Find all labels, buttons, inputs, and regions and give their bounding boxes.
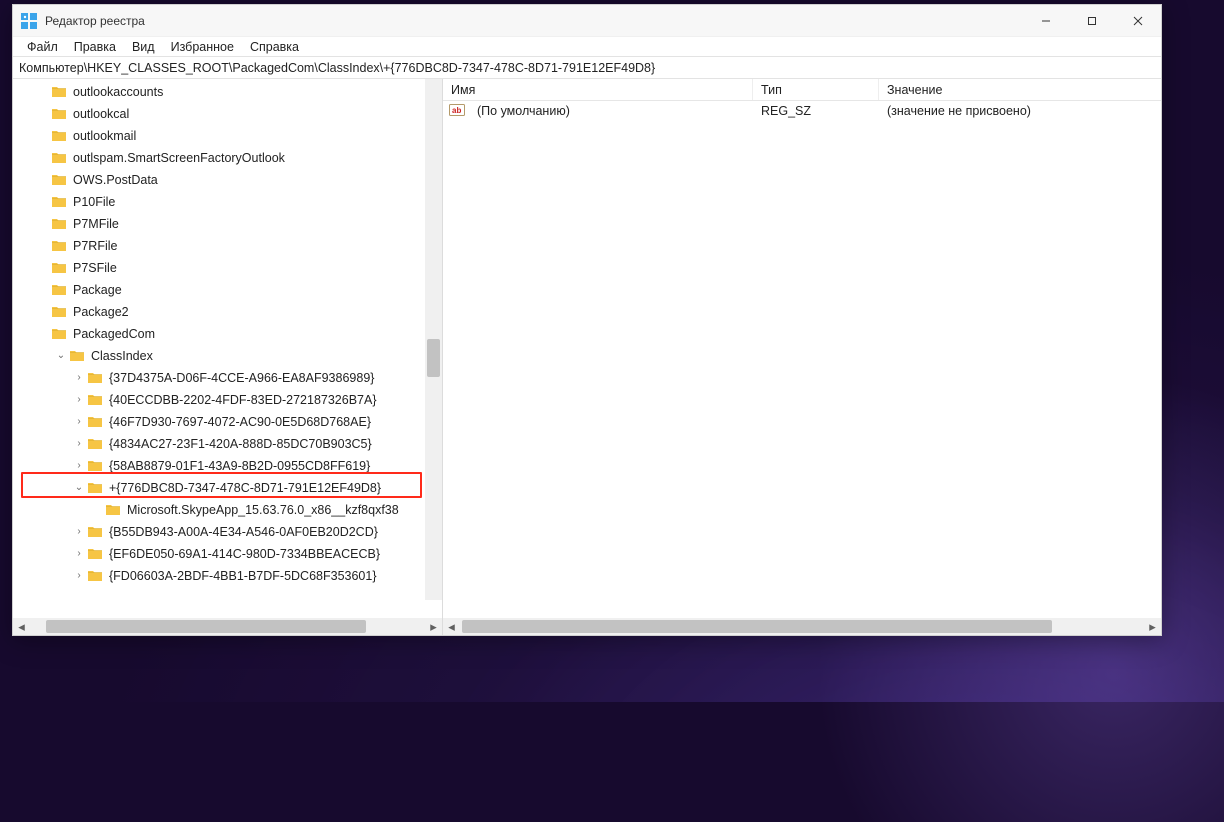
tree-item-label: outlookcal	[73, 103, 129, 125]
list-header[interactable]: Имя Тип Значение	[443, 79, 1161, 101]
chevron-right-icon[interactable]: ›	[73, 438, 85, 450]
tree-item-label: P10File	[73, 191, 115, 213]
tree-item-label: {37D4375A-D06F-4CCE-A966-EA8AF9386989}	[109, 367, 374, 389]
tree-item[interactable]: P7MFile	[13, 213, 442, 235]
tree-item-label: OWS.PostData	[73, 169, 158, 191]
titlebar[interactable]: Редактор реестра	[13, 5, 1161, 37]
chevron-right-icon[interactable]: ›	[73, 460, 85, 472]
tree-item-label: outlookmail	[73, 125, 136, 147]
tree-item-label: Package	[73, 279, 122, 301]
string-value-icon: ab	[443, 102, 469, 121]
chevron-right-icon[interactable]: ›	[73, 548, 85, 560]
tree-item[interactable]: P7SFile	[13, 257, 442, 279]
value-type: REG_SZ	[753, 104, 879, 118]
tree-item-label: {46F7D930-7697-4072-AC90-0E5D68D768AE}	[109, 411, 371, 433]
chevron-down-icon[interactable]: ⌄	[55, 350, 67, 362]
tree-item-label: Microsoft.SkypeApp_15.63.76.0_x86__kzf8q…	[127, 499, 399, 521]
address-bar[interactable]: Компьютер\HKEY_CLASSES_ROOT\PackagedCom\…	[13, 57, 1161, 79]
tree-item[interactable]: › {46F7D930-7697-4072-AC90-0E5D68D768AE}	[13, 411, 442, 433]
tree-item-label: {B55DB943-A00A-4E34-A546-0AF0EB20D2CD}	[109, 521, 378, 543]
tree-item-label: P7RFile	[73, 235, 117, 257]
menu-view[interactable]: Вид	[124, 38, 163, 56]
col-data[interactable]: Значение	[879, 79, 1161, 100]
tree-item[interactable]: › {40ECCDBB-2202-4FDF-83ED-272187326B7A}	[13, 389, 442, 411]
tree-item[interactable]: outlookaccounts	[13, 81, 442, 103]
value-data: (значение не присвоено)	[879, 104, 1161, 118]
chevron-right-icon[interactable]: ›	[73, 372, 85, 384]
tree-item[interactable]: ⌄ ClassIndex	[13, 345, 442, 367]
tree-item-label: {EF6DE050-69A1-414C-980D-7334BBEACECB}	[109, 543, 380, 565]
menu-favorites[interactable]: Избранное	[163, 38, 242, 56]
scroll-left-icon[interactable]: ◂	[443, 618, 460, 635]
values-pane: Имя Тип Значение ab (По умолчанию)REG_SZ(…	[443, 79, 1161, 635]
address-text: Компьютер\HKEY_CLASSES_ROOT\PackagedCom\…	[19, 61, 655, 75]
menu-file[interactable]: Файл	[19, 38, 66, 56]
tree-item-label: P7SFile	[73, 257, 117, 279]
tree-item[interactable]: › {4834AC27-23F1-420A-888D-85DC70B903C5}	[13, 433, 442, 455]
tree-item-label: {4834AC27-23F1-420A-888D-85DC70B903C5}	[109, 433, 372, 455]
tree-item-label: P7MFile	[73, 213, 119, 235]
tree-item[interactable]: outlookmail	[13, 125, 442, 147]
tree-item-label: {58AB8879-01F1-43A9-8B2D-0955CD8FF619}	[109, 455, 370, 477]
tree-item-label: outlspam.SmartScreenFactoryOutlook	[73, 147, 285, 169]
regedit-window: Редактор реестра Файл Правка Вид Избранн…	[12, 4, 1162, 636]
value-name: (По умолчанию)	[469, 104, 753, 118]
values-horizontal-scrollbar[interactable]: ◂ ▸	[443, 618, 1161, 635]
col-type[interactable]: Тип	[753, 79, 879, 100]
tree-item-label: +{776DBC8D-7347-478C-8D71-791E12EF49D8}	[109, 477, 381, 499]
window-title: Редактор реестра	[45, 14, 145, 28]
tree-item[interactable]: OWS.PostData	[13, 169, 442, 191]
tree-item-label: {40ECCDBB-2202-4FDF-83ED-272187326B7A}	[109, 389, 377, 411]
tree-item-label: outlookaccounts	[73, 81, 163, 103]
tree-item[interactable]: › {B55DB943-A00A-4E34-A546-0AF0EB20D2CD}	[13, 521, 442, 543]
tree-item[interactable]: › {58AB8879-01F1-43A9-8B2D-0955CD8FF619}	[13, 455, 442, 477]
tree-item[interactable]: outlookcal	[13, 103, 442, 125]
tree-item[interactable]: › {FD06603A-2BDF-4BB1-B7DF-5DC68F353601}	[13, 565, 442, 587]
chevron-right-icon[interactable]: ›	[73, 570, 85, 582]
tree-item-label: PackagedCom	[73, 323, 155, 345]
tree-item[interactable]: outlspam.SmartScreenFactoryOutlook	[13, 147, 442, 169]
tree-item[interactable]: Microsoft.SkypeApp_15.63.76.0_x86__kzf8q…	[13, 499, 442, 521]
tree-item[interactable]: › {37D4375A-D06F-4CCE-A966-EA8AF9386989}	[13, 367, 442, 389]
tree-pane: outlookaccounts outlookcal outlookmail o…	[13, 79, 443, 635]
value-row[interactable]: ab (По умолчанию)REG_SZ(значение не присв…	[443, 101, 1161, 121]
regedit-icon	[21, 13, 37, 29]
svg-text:ab: ab	[452, 106, 461, 115]
tree-item[interactable]: › {EF6DE050-69A1-414C-980D-7334BBEACECB}	[13, 543, 442, 565]
tree-item-label: ClassIndex	[91, 345, 153, 367]
menu-help[interactable]: Справка	[242, 38, 307, 56]
tree-item-label: Package2	[73, 301, 129, 323]
chevron-right-icon[interactable]: ›	[73, 526, 85, 538]
tree-item[interactable]: Package2	[13, 301, 442, 323]
maximize-button[interactable]	[1069, 5, 1115, 37]
scroll-right-icon[interactable]: ▸	[1144, 618, 1161, 635]
menu-edit[interactable]: Правка	[66, 38, 124, 56]
tree-item-label: {FD06603A-2BDF-4BB1-B7DF-5DC68F353601}	[109, 565, 377, 587]
tree-item[interactable]: PackagedCom	[13, 323, 442, 345]
chevron-down-icon[interactable]: ⌄	[73, 482, 85, 494]
tree-vertical-scrollbar[interactable]	[425, 79, 442, 600]
menubar: Файл Правка Вид Избранное Справка	[13, 37, 1161, 57]
registry-tree[interactable]: outlookaccounts outlookcal outlookmail o…	[13, 79, 442, 587]
tree-item[interactable]: ⌄ +{776DBC8D-7347-478C-8D71-791E12EF49D8}	[13, 477, 442, 499]
tree-item[interactable]: Package	[13, 279, 442, 301]
close-button[interactable]	[1115, 5, 1161, 37]
values-list[interactable]: ab (По умолчанию)REG_SZ(значение не присв…	[443, 101, 1161, 618]
col-name[interactable]: Имя	[443, 79, 753, 100]
chevron-right-icon[interactable]: ›	[73, 394, 85, 406]
scroll-left-icon[interactable]: ◂	[13, 618, 30, 635]
chevron-right-icon[interactable]: ›	[73, 416, 85, 428]
tree-item[interactable]: P7RFile	[13, 235, 442, 257]
minimize-button[interactable]	[1023, 5, 1069, 37]
tree-item[interactable]: P10File	[13, 191, 442, 213]
tree-horizontal-scrollbar[interactable]: ◂ ▸	[13, 618, 442, 635]
scroll-right-icon[interactable]: ▸	[425, 618, 442, 635]
